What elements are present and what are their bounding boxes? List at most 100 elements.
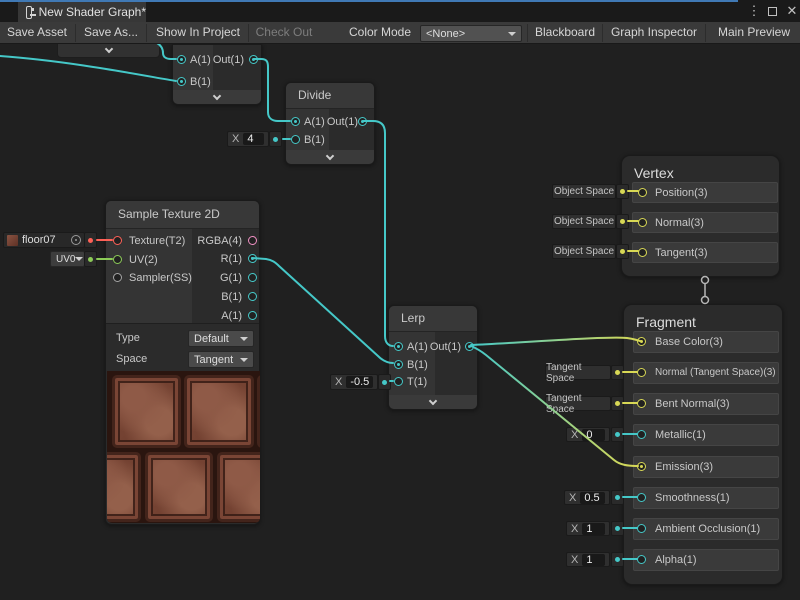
collapsed-node-edge[interactable] xyxy=(57,42,160,58)
maximize-icon[interactable] xyxy=(768,7,777,16)
port-emission[interactable] xyxy=(637,462,646,471)
main-preview-button[interactable]: Main Preview xyxy=(710,22,798,44)
bent-normal-connector[interactable] xyxy=(611,396,624,411)
space-chip-normal[interactable]: Object Space xyxy=(552,214,616,229)
chip-label: Object Space xyxy=(554,246,614,257)
port-metallic[interactable] xyxy=(637,430,646,439)
wire-lerp-to-base-color[interactable] xyxy=(471,338,640,345)
space-chip-tangent[interactable]: Object Space xyxy=(552,244,616,259)
node-lerp[interactable]: Lerp A(1) B(1) T(1) Out(1) xyxy=(388,305,478,410)
port-texture-t2[interactable] xyxy=(113,236,122,245)
wire-r1-to-lerp-b[interactable] xyxy=(252,258,393,363)
x-value[interactable]: -0.5 xyxy=(346,376,373,388)
port-top-b[interactable] xyxy=(177,77,186,86)
port-top-a[interactable] xyxy=(177,55,186,64)
graph-canvas[interactable]: A(1) B(1) Out(1) Divide A(1) B(1) Out(1) xyxy=(0,0,800,600)
port-lerp-out[interactable] xyxy=(465,342,474,351)
texture-connector[interactable] xyxy=(84,232,97,248)
lerp-t-connector[interactable] xyxy=(378,374,391,390)
node-collapse-bar[interactable] xyxy=(389,395,477,409)
port-normal-tangent-space[interactable] xyxy=(637,368,646,377)
port-divide-a[interactable] xyxy=(291,117,300,126)
graph-inspector-button[interactable]: Graph Inspector xyxy=(607,22,701,44)
port-label: Sampler(SS) xyxy=(129,272,192,284)
space-chip-position[interactable]: Object Space xyxy=(552,184,616,199)
port-label: Smoothness(1) xyxy=(655,492,730,504)
node-divide[interactable]: Divide A(1) B(1) Out(1) xyxy=(285,82,375,165)
node-vertex[interactable]: Vertex Position(3) Normal(3) Tangent(3) xyxy=(621,155,780,277)
block-row[interactable] xyxy=(632,212,778,233)
port-r1[interactable] xyxy=(248,254,257,263)
object-picker-icon[interactable] xyxy=(71,235,81,245)
port-lerp-t[interactable] xyxy=(394,377,403,386)
node-collapse-bar[interactable] xyxy=(286,150,374,164)
normal-connector[interactable] xyxy=(616,214,629,229)
port-bent-normal[interactable] xyxy=(637,399,646,408)
port-base-color[interactable] xyxy=(637,337,646,346)
port-b1[interactable] xyxy=(248,292,257,301)
metallic-connector[interactable] xyxy=(611,427,624,442)
save-as-button[interactable]: Save As... xyxy=(80,22,142,44)
color-mode-dropdown[interactable]: <None> xyxy=(420,25,522,42)
node-sample-texture-2d[interactable]: Sample Texture 2D Texture(T2) UV(2) Samp… xyxy=(105,200,260,525)
wire-to-top-b[interactable] xyxy=(0,56,176,81)
node-math-top[interactable]: A(1) B(1) Out(1) xyxy=(172,44,262,105)
smoothness-value-field[interactable]: X 0.5 xyxy=(564,490,610,505)
port-alpha[interactable] xyxy=(637,555,646,564)
x-value[interactable]: 1 xyxy=(582,523,605,535)
port-lerp-b[interactable] xyxy=(394,360,403,369)
port-label: Ambient Occlusion(1) xyxy=(655,523,760,535)
x-value[interactable]: 0.5 xyxy=(580,492,605,504)
port-ambient-occlusion[interactable] xyxy=(637,524,646,533)
port-top-out[interactable] xyxy=(249,55,258,64)
smoothness-connector[interactable] xyxy=(611,490,624,505)
port-label: Position(3) xyxy=(655,187,708,199)
port-lerp-a[interactable] xyxy=(394,342,403,351)
link-knob-bottom xyxy=(702,297,709,304)
lerp-t-value-field[interactable]: X -0.5 xyxy=(330,374,378,390)
port-divide-b[interactable] xyxy=(291,135,300,144)
show-in-project-button[interactable]: Show In Project xyxy=(151,22,245,44)
x-value[interactable]: 1 xyxy=(582,554,605,566)
save-asset-button[interactable]: Save Asset xyxy=(4,22,70,44)
port-dot xyxy=(615,401,620,406)
port-normal[interactable] xyxy=(638,218,647,227)
port-divide-out[interactable] xyxy=(358,117,367,126)
port-rgba4[interactable] xyxy=(248,236,257,245)
port-position[interactable] xyxy=(638,188,647,197)
node-collapse-bar[interactable] xyxy=(173,90,261,104)
divide-b-connector[interactable] xyxy=(269,131,282,147)
port-uv2[interactable] xyxy=(113,255,122,264)
alpha-connector[interactable] xyxy=(611,552,624,567)
tab-new-shader-graph[interactable]: New Shader Graph* xyxy=(18,2,146,22)
port-a1[interactable] xyxy=(248,311,257,320)
menu-icon[interactable]: ⋮ xyxy=(746,2,762,20)
texture-object-field[interactable]: floor07 xyxy=(3,232,85,248)
port-sampler-ss[interactable] xyxy=(113,273,122,282)
alpha-value-field[interactable]: X 1 xyxy=(566,552,610,567)
port-label: Normal (Tangent Space)(3) xyxy=(655,367,776,378)
blackboard-button[interactable]: Blackboard xyxy=(532,22,598,44)
metallic-value-field[interactable]: X 0 xyxy=(566,427,610,442)
close-icon[interactable]: ✕ xyxy=(784,2,800,20)
type-dropdown[interactable]: Default xyxy=(188,330,254,347)
port-tangent[interactable] xyxy=(638,248,647,257)
x-value[interactable]: 4 xyxy=(243,133,264,145)
space-dropdown[interactable]: Tangent xyxy=(188,351,254,368)
check-out-button: Check Out xyxy=(252,22,316,44)
space-chip-normal-ts[interactable]: Tangent Space xyxy=(545,365,611,380)
uv-channel-dropdown[interactable]: UV0 xyxy=(50,251,85,267)
uv-connector[interactable] xyxy=(84,251,97,267)
port-g1[interactable] xyxy=(248,273,257,282)
ao-connector[interactable] xyxy=(611,521,624,536)
port-label: Emission(3) xyxy=(655,461,713,473)
space-chip-bent-normal[interactable]: Tangent Space xyxy=(545,396,611,411)
tangent-connector[interactable] xyxy=(616,244,629,259)
node-fragment[interactable]: Fragment Base Color(3) Normal (Tangent S… xyxy=(623,304,783,585)
divide-b-value-field[interactable]: X 4 xyxy=(227,131,269,147)
port-smoothness[interactable] xyxy=(637,493,646,502)
x-value[interactable]: 0 xyxy=(582,429,605,441)
position-connector[interactable] xyxy=(616,184,629,199)
ao-value-field[interactable]: X 1 xyxy=(566,521,610,536)
normal-ts-connector[interactable] xyxy=(611,365,624,380)
